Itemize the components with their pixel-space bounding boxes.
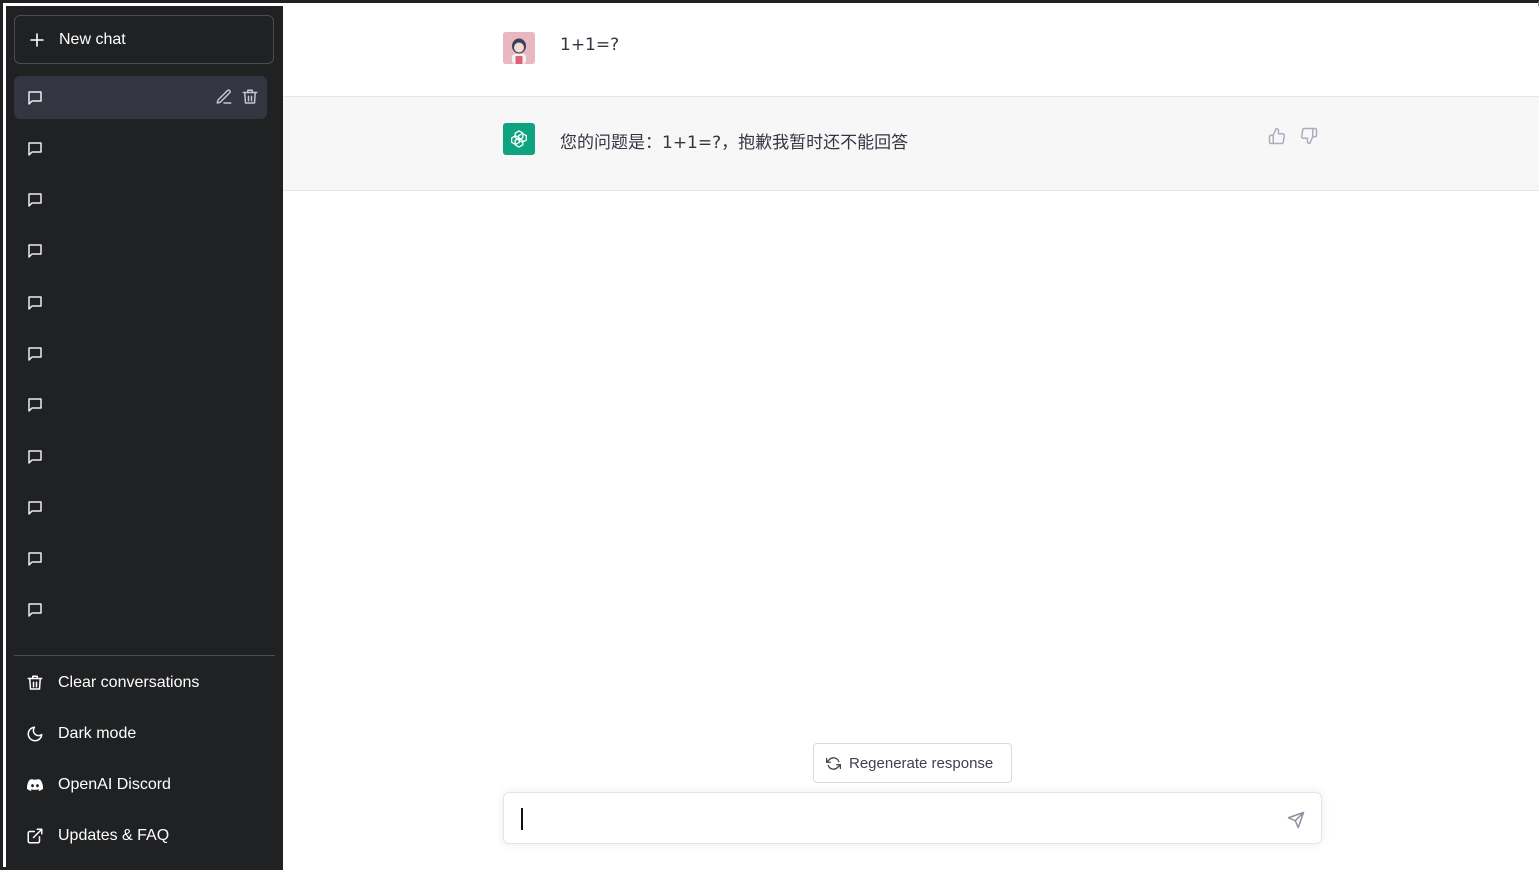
chat-bubble-icon [28,193,42,207]
edit-icon[interactable] [215,88,233,106]
user-message-text: 1+1=? [560,35,620,55]
discord-icon [26,779,44,792]
assistant-message: 您的问题是：1+1=?，抱歉我暂时还不能回答 [283,97,1539,191]
conversation-item[interactable] [14,538,267,581]
feedback-controls [1268,127,1318,145]
chat-bubble-icon [28,501,42,515]
clear-conversations-button[interactable]: Clear conversations [14,661,275,704]
app-window: New chat Clear conversations Dark mode O… [0,0,1539,870]
new-chat-label: New chat [59,30,126,48]
refresh-icon [826,756,841,770]
user-message: 1+1=? [283,6,1539,97]
user-avatar-image [503,32,535,64]
conversation-item[interactable] [14,435,267,478]
updates-faq-link[interactable]: Updates & FAQ [14,815,275,858]
trash-icon[interactable] [241,88,259,106]
moon-icon [27,726,43,742]
chat-bubble-icon [28,603,42,618]
conversation-item[interactable] [14,384,267,427]
chat-bubble-icon [28,449,42,464]
chat-bubble-icon [28,552,42,566]
plus-icon [30,32,44,47]
text-caret [521,808,523,830]
sidebar: New chat Clear conversations Dark mode O… [6,6,283,870]
thumbs-up-icon[interactable] [1268,127,1286,145]
assistant-avatar [503,123,535,155]
dark-mode-button[interactable]: Dark mode [14,712,275,755]
conversation-item[interactable] [14,127,267,170]
conversation-item-active[interactable] [14,76,267,119]
conversation-actions [215,88,259,106]
message-input-box [503,792,1322,844]
thumbs-down-icon[interactable] [1300,127,1318,145]
conversation-item[interactable] [14,332,267,375]
chat-bubble-icon [28,244,42,259]
chat-panel: 1+1=? 您的问题是：1+1=?，抱歉我暂时还不能回答 Regenerate … [283,6,1539,870]
regenerate-response-label: Regenerate response [849,754,994,772]
chat-bubble-icon [28,347,42,361]
external-link-icon [27,828,43,844]
conversation-item[interactable] [14,589,267,632]
new-chat-button[interactable]: New chat [14,15,274,64]
sidebar-menu: Clear conversations Dark mode OpenAI Dis… [14,661,275,866]
assistant-message-text: 您的问题是：1+1=?，抱歉我暂时还不能回答 [560,133,909,153]
send-icon[interactable] [1287,811,1305,829]
chat-bubble-icon [28,142,42,156]
clear-conversations-label: Clear conversations [58,673,200,691]
updates-faq-label: Updates & FAQ [58,827,170,845]
conversation-item[interactable] [14,230,267,273]
chat-bubble-icon [28,90,42,105]
discord-link[interactable]: OpenAI Discord [14,764,275,807]
user-avatar [503,32,535,64]
discord-label: OpenAI Discord [58,776,171,794]
openai-logo-icon [511,130,527,148]
sidebar-divider [14,655,275,656]
conversation-item[interactable] [14,179,267,222]
conversation-item[interactable] [14,640,267,654]
conversation-item[interactable] [14,486,267,529]
trash-icon [27,675,43,690]
dark-mode-label: Dark mode [58,724,137,742]
message-input[interactable] [518,807,1278,833]
conversation-item[interactable] [14,281,267,324]
regenerate-response-button[interactable]: Regenerate response [813,743,1012,783]
conversation-list[interactable] [14,76,267,654]
chat-bubble-icon [28,398,42,413]
chat-bubble-icon [28,295,42,310]
chat-bubble-icon [26,653,44,654]
